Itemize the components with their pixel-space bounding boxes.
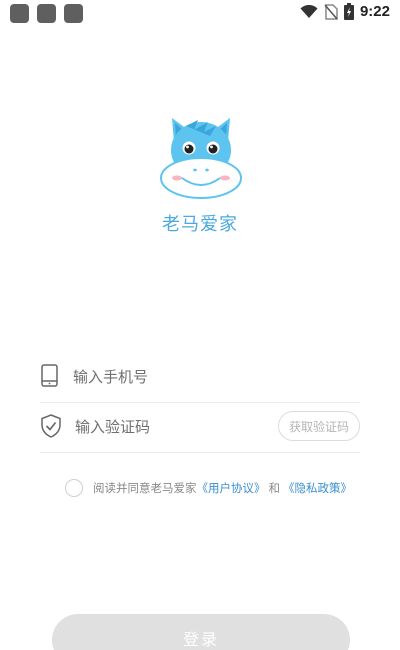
verification-code-input[interactable]: [75, 415, 275, 439]
verification-code-field: 获取验证码: [40, 402, 360, 453]
agreement-and: 和: [268, 481, 281, 495]
login-screen: 9:22 老马爱家 输入手机号 输入验证码 获取验证码 阅读并同意老马爱家 《用…: [0, 0, 400, 650]
privacy-policy-link[interactable]: 《隐私政策》: [283, 480, 352, 496]
user-agreement-link[interactable]: 《用户协议》: [197, 480, 266, 496]
notification-icons: [10, 4, 83, 23]
wifi-icon: [300, 4, 318, 18]
agreement-prefix: 阅读并同意老马爱家: [93, 481, 197, 495]
shield-check-icon: [41, 414, 61, 438]
no-sim-icon: [324, 3, 338, 20]
status-bar: 9:22: [0, 0, 400, 28]
phone-field: [40, 352, 360, 403]
agreement-row: 阅读并同意老马爱家 《用户协议》 和 《隐私政策》: [65, 478, 352, 498]
app-square-icon: [10, 4, 29, 23]
app-name: 老马爱家: [162, 214, 238, 235]
agreement-checkbox[interactable]: [65, 479, 83, 497]
login-button[interactable]: 登录: [52, 614, 350, 650]
clock: 9:22: [359, 3, 390, 20]
get-code-button[interactable]: 获取验证码: [278, 411, 360, 441]
app-square-icon: [64, 4, 83, 23]
app-square-icon: [37, 4, 56, 23]
phone-input[interactable]: [73, 365, 273, 389]
system-icons: 9:22: [300, 3, 390, 20]
phone-icon: [41, 364, 58, 387]
battery-charging-icon: [343, 3, 354, 20]
horse-logo-icon: [160, 118, 242, 199]
